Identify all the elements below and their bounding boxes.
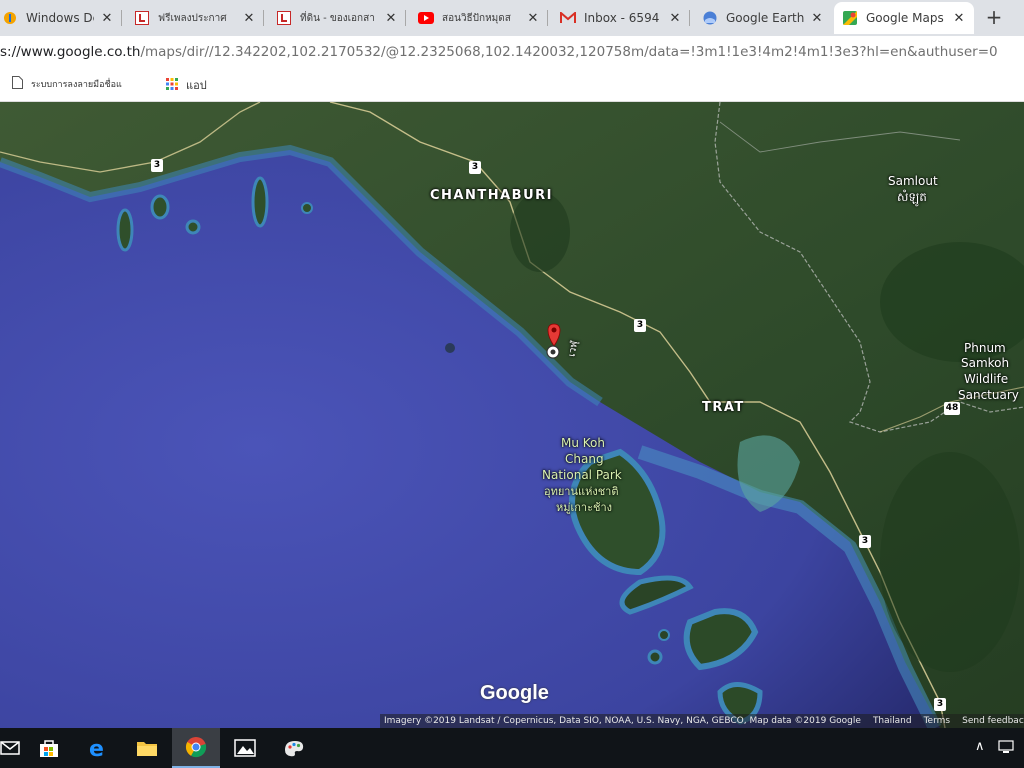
park-label-line2: Chang — [565, 452, 604, 466]
bookmark-item[interactable]: ระบบการลงลายมือชื่อแ — [12, 76, 122, 92]
park-label-thai2: หมู่เกาะช้าง — [556, 501, 613, 514]
tab-thai-site-2[interactable]: ที่ดิน - ของเอกสา ✕ — [268, 2, 406, 34]
google-logo: Google — [480, 682, 549, 704]
forest — [510, 192, 570, 272]
new-tab-button[interactable]: + — [982, 6, 1006, 30]
tray-expand-icon[interactable]: ∧ — [975, 739, 985, 754]
url-host: s://www.google.co.th — [0, 44, 141, 60]
close-tab-icon[interactable]: ✕ — [242, 11, 256, 26]
satellite-map[interactable]: 3 3 3 3 3 48 CHANTHABURI TRAT Samlout សំ… — [0, 102, 1024, 728]
tab-google-earth[interactable]: Google Earth ✕ — [694, 2, 832, 34]
red-l-site-icon — [276, 10, 292, 26]
close-tab-icon[interactable]: ✕ — [952, 11, 966, 26]
svg-text:e: e — [89, 737, 104, 759]
country-link[interactable]: Thailand — [873, 714, 912, 728]
park-label-line1: Mu Koh — [561, 436, 605, 450]
place-label-samkoh: Samkoh — [961, 356, 1010, 370]
place-label-chanthaburi: CHANTHABURI — [430, 188, 553, 203]
route-shield: 3 — [634, 319, 646, 332]
map-attribution-bar: Imagery ©2019 Landsat / Copernicus, Data… — [380, 714, 1024, 728]
place-label-samlout: Samlout — [888, 174, 938, 188]
tab-strip: Windows Defe ✕ ฟรีเพลงประกาศ ✕ ที่ดิน - … — [0, 0, 1024, 36]
forest — [880, 452, 1020, 672]
close-tab-icon[interactable]: ✕ — [384, 11, 398, 26]
google-maps-icon — [842, 10, 858, 26]
route-shield: 48 — [944, 402, 960, 415]
windows-defender-icon — [2, 10, 18, 26]
close-tab-icon[interactable]: ✕ — [100, 11, 114, 26]
tab-separator — [689, 10, 690, 26]
place-label-sanctuary: Sanctuary — [958, 388, 1019, 402]
url-field[interactable]: s://www.google.co.th/maps/dir//12.342202… — [0, 44, 998, 60]
close-tab-icon[interactable]: ✕ — [668, 11, 682, 26]
islet — [116, 208, 134, 252]
tab-youtube[interactable]: สอนวิธีปักหมุดส ✕ — [410, 2, 548, 34]
tab-separator — [121, 10, 122, 26]
place-label-samlout-khmer: សំឡូត — [897, 190, 927, 204]
close-tab-icon[interactable]: ✕ — [810, 11, 824, 26]
network-icon[interactable] — [998, 739, 1014, 759]
islet — [150, 194, 170, 220]
youtube-icon — [418, 10, 434, 26]
page-icon — [12, 76, 23, 92]
place-label-phnum: Phnum — [964, 341, 1006, 355]
tab-separator — [405, 10, 406, 26]
imagery-credit: Imagery ©2019 Landsat / Copernicus, Data… — [384, 716, 861, 726]
photos-icon[interactable] — [221, 728, 269, 768]
islet — [301, 202, 313, 214]
park-label-line3: National Park — [542, 468, 622, 482]
islet — [445, 343, 455, 353]
bookmark-label: ระบบการลงลายมือชื่อแ — [31, 80, 122, 90]
route-shield: 3 — [469, 161, 481, 174]
paint-icon[interactable] — [270, 728, 318, 768]
route-shield: 3 — [151, 159, 163, 172]
tab-title: สอนวิธีปักหมุดส — [442, 12, 511, 24]
tab-title: ที่ดิน - ของเอกสา — [300, 12, 375, 24]
place-label-trat: TRAT — [702, 400, 745, 415]
tab-windows-defender[interactable]: Windows Defe ✕ — [0, 2, 122, 34]
tab-separator — [263, 10, 264, 26]
tab-thai-site-1[interactable]: ฟรีเพลงประกาศ ✕ — [126, 2, 264, 34]
url-path: /maps/dir//12.342202,102.2170532/@12.232… — [140, 44, 998, 60]
route-shield: 3 — [859, 535, 871, 548]
send-feedback-link[interactable]: Send feedback — [962, 714, 1024, 728]
apps-grid-icon — [166, 77, 178, 93]
red-l-site-icon — [134, 10, 150, 26]
park-label-thai1: อุทยานแห่งชาติ — [544, 485, 619, 498]
islet — [185, 219, 201, 235]
bookmark-label: แอป — [186, 79, 207, 92]
close-tab-icon[interactable]: ✕ — [526, 11, 540, 26]
river-label: เวฬุ — [566, 340, 581, 358]
chrome-icon[interactable] — [172, 728, 220, 768]
address-bar[interactable]: s://www.google.co.th/maps/dir//12.342202… — [0, 36, 1024, 68]
tab-gmail[interactable]: Inbox - 6594 ✕ — [552, 2, 690, 34]
tab-separator — [547, 10, 548, 26]
terms-link[interactable]: Terms — [924, 714, 951, 728]
destination-marker-icon[interactable] — [546, 345, 560, 359]
edge-icon[interactable]: e — [74, 728, 122, 768]
islet — [251, 176, 269, 228]
tab-title: ฟรีเพลงประกาศ — [158, 12, 227, 24]
file-explorer-icon[interactable] — [123, 728, 171, 768]
tab-google-maps[interactable]: Google Maps ✕ — [834, 2, 974, 34]
bookmarks-bar: ระบบการลงลายมือชื่อแ แอป — [0, 68, 1024, 102]
store-icon[interactable] — [25, 728, 73, 768]
gmail-icon — [560, 10, 576, 26]
route-shield: 3 — [934, 698, 946, 711]
windows-taskbar: e ∧ — [0, 728, 1024, 768]
place-label-wildlife: Wildlife — [964, 372, 1009, 386]
islet — [647, 649, 663, 665]
tab-title: Google Earth — [726, 11, 804, 25]
tab-title: Inbox - 6594 — [584, 11, 660, 25]
bookmark-apps[interactable]: แอป — [166, 76, 207, 94]
google-earth-icon — [702, 10, 718, 26]
islet — [658, 629, 670, 641]
tab-title: Windows Defe — [26, 11, 94, 25]
tab-title: Google Maps — [866, 11, 944, 25]
